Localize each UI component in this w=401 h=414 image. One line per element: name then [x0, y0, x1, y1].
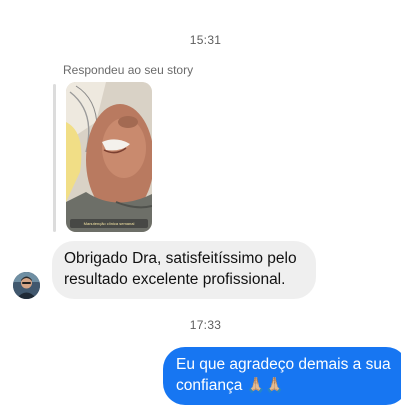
incoming-message-bubble[interactable]: Obrigado Dra, satisfeitíssimo pelo resul… [52, 241, 316, 299]
message-text-line: Eu que agradeço demais a sua [176, 356, 391, 373]
outgoing-message-bubble[interactable]: Eu que agradeço demais a sua confiança 🙏… [163, 347, 401, 405]
timestamp: 15:31 [189, 33, 222, 47]
reply-indicator-bar [53, 84, 56, 232]
story-reply-caption: Respondeu ao seu story [63, 63, 194, 77]
story-thumbnail[interactable]: Manutenção clínica semanal [66, 82, 152, 232]
message-text-line: resultado excelente profissional. [64, 271, 286, 288]
message-text-fragment: confiança [176, 377, 243, 394]
contact-avatar-icon [13, 272, 40, 299]
message-text-line-with-emoji: confiança 🙏🏼🙏🏼 [176, 375, 396, 396]
story-overlay-text: Manutenção clínica semanal [70, 219, 148, 228]
story-image [66, 82, 152, 232]
timestamp: 17:33 [189, 318, 222, 332]
avatar[interactable] [13, 272, 40, 299]
message-text-line: Obrigado Dra, satisfeitíssimo pelo [64, 250, 297, 267]
praying-hands-emoji-icon: 🙏🏼🙏🏼 [246, 376, 285, 394]
